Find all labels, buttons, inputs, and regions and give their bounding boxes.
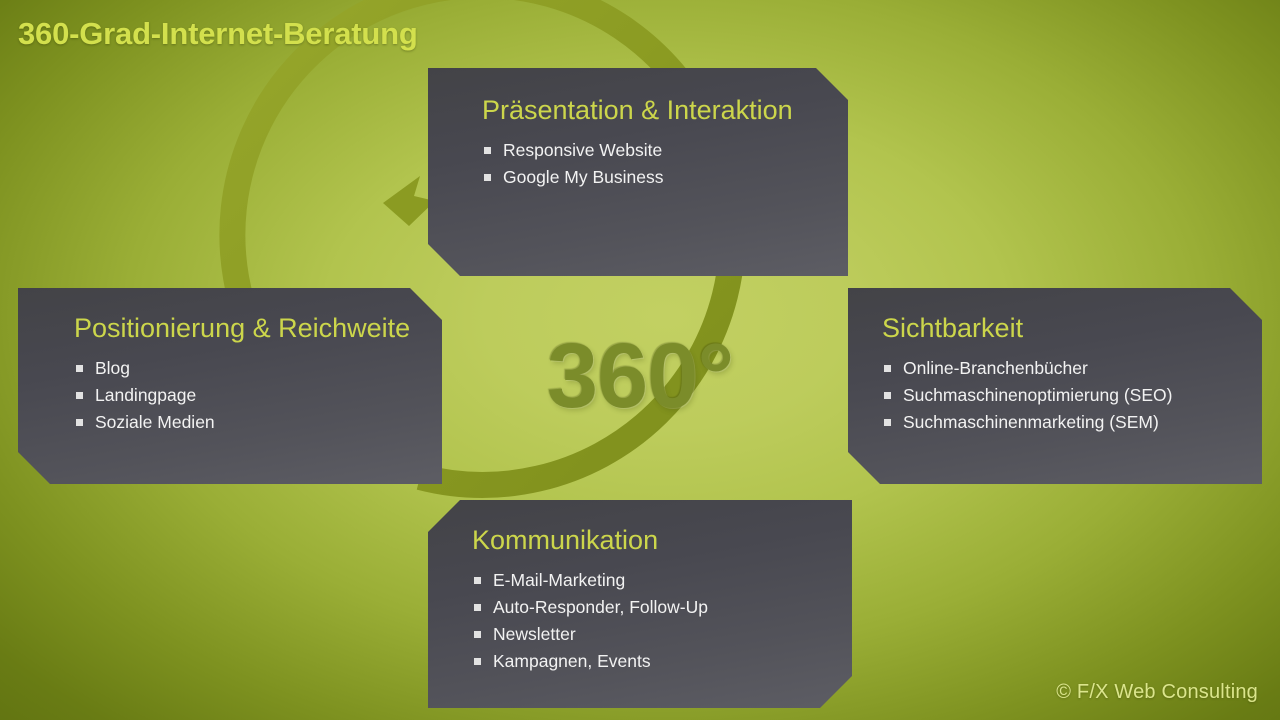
list-item-label: Kampagnen, Events	[493, 650, 651, 671]
panel-heading-right: Sichtbarkeit	[882, 313, 1024, 343]
list-item-label: Responsive Website	[503, 139, 663, 160]
panel-list-bottom: E-Mail-Marketing Auto-Responder, Follow-…	[472, 567, 852, 675]
list-item: Suchmaschinenmarketing (SEM)	[882, 409, 1262, 436]
list-item: Online-Branchenbücher	[882, 355, 1262, 382]
list-item-label: Suchmaschinenoptimierung (SEO)	[903, 384, 1173, 405]
panel-heading-left: Positionierung & Reichweite	[74, 313, 411, 343]
list-item: Blog	[74, 355, 442, 382]
list-item: Soziale Medien	[74, 409, 442, 436]
slide-canvas: 360-Grad-Internet-Beratung 360° Präsenta…	[0, 0, 1280, 720]
panel-list-left: Blog Landingpage Soziale Medien	[74, 355, 442, 436]
bullet-square-icon	[76, 392, 83, 399]
panel-praesentation-interaktion[interactable]: Präsentation & Interaktion Responsive We…	[428, 68, 848, 276]
list-item: Landingpage	[74, 382, 442, 409]
bullet-square-icon	[474, 631, 481, 638]
panel-list-right: Online-Branchenbücher Suchmaschinenoptim…	[882, 355, 1262, 436]
list-item-label: Online-Branchenbücher	[903, 357, 1088, 378]
page-title: 360-Grad-Internet-Beratung	[18, 16, 418, 51]
panel-positionierung-reichweite[interactable]: Positionierung & Reichweite Blog Landing…	[18, 288, 442, 484]
list-item: Google My Business	[482, 164, 848, 191]
list-item-label: Suchmaschinenmarketing (SEM)	[903, 411, 1159, 432]
panel-list-top: Responsive Website Google My Business	[482, 137, 848, 191]
bullet-square-icon	[474, 658, 481, 665]
list-item: Responsive Website	[482, 137, 848, 164]
list-item-label: Soziale Medien	[95, 411, 215, 432]
list-item-label: E-Mail-Marketing	[493, 569, 626, 590]
copyright-notice: © F/X Web Consulting	[1056, 681, 1258, 703]
list-item-label: Newsletter	[493, 623, 576, 644]
bullet-square-icon	[474, 604, 481, 611]
list-item: Auto-Responder, Follow-Up	[472, 594, 852, 621]
bullet-square-icon	[484, 147, 491, 154]
panel-kommunikation[interactable]: Kommunikation E-Mail-Marketing Auto-Resp…	[428, 500, 852, 708]
list-item: E-Mail-Marketing	[472, 567, 852, 594]
list-item-label: Google My Business	[503, 166, 664, 187]
list-item-label: Auto-Responder, Follow-Up	[493, 596, 708, 617]
list-item-label: Landingpage	[95, 384, 197, 405]
list-item: Newsletter	[472, 621, 852, 648]
panel-heading-top: Präsentation & Interaktion	[482, 95, 793, 125]
bullet-square-icon	[76, 365, 83, 372]
list-item-label: Blog	[95, 357, 131, 378]
ring-arrowhead-icon	[383, 176, 435, 226]
panel-heading-bottom: Kommunikation	[472, 525, 659, 555]
bullet-square-icon	[884, 419, 891, 426]
list-item: Suchmaschinenoptimierung (SEO)	[882, 382, 1262, 409]
list-item: Kampagnen, Events	[472, 648, 852, 675]
bullet-square-icon	[884, 365, 891, 372]
panel-sichtbarkeit[interactable]: Sichtbarkeit Online-Branchenbücher Suchm…	[848, 288, 1262, 484]
bullet-square-icon	[884, 392, 891, 399]
bullet-square-icon	[76, 419, 83, 426]
bullet-square-icon	[484, 174, 491, 181]
bullet-square-icon	[474, 577, 481, 584]
